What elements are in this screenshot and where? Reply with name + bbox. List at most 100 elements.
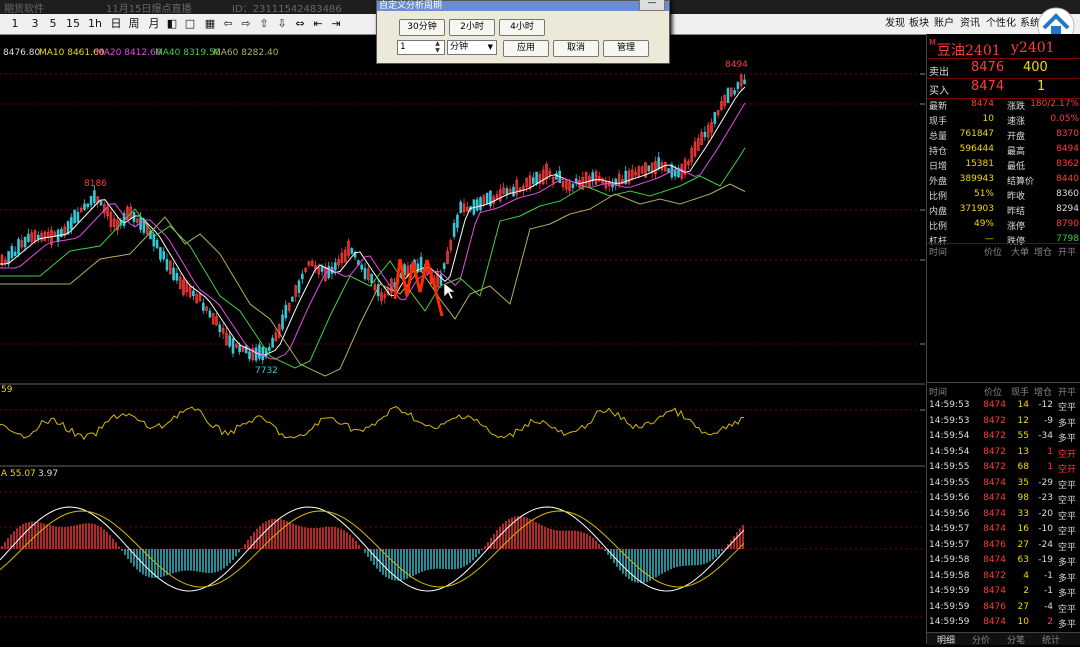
tick-volume: 27 bbox=[1017, 539, 1029, 550]
tick-row[interactable]: 14:59:56 8474 33 -20 空平 bbox=[927, 508, 1080, 523]
tick-openclose: 空开 bbox=[1058, 465, 1077, 475]
period-5min[interactable]: 5 bbox=[46, 17, 60, 31]
apply-button[interactable]: 应用 bbox=[503, 40, 549, 57]
zoom-out-icon[interactable]: ⇩ bbox=[276, 17, 288, 31]
candle-body bbox=[218, 324, 222, 333]
quote-value: 8294 bbox=[1056, 204, 1079, 214]
col-openclose: 开平 bbox=[1058, 388, 1077, 398]
period-day[interactable]: 日 bbox=[108, 17, 124, 31]
period-unit-select[interactable]: 分钟 ▼ bbox=[447, 40, 497, 55]
tick-volume: 16 bbox=[1017, 524, 1029, 534]
menu-discover[interactable]: 发现 bbox=[885, 17, 905, 31]
count-spinner[interactable]: ▲ ▼ bbox=[433, 40, 442, 55]
tab-ticks[interactable]: 分笔 bbox=[1007, 633, 1025, 646]
tick-row[interactable]: 14:59:53 8474 14 -12 空平 bbox=[927, 399, 1080, 414]
tick-oi-change: -19 bbox=[1038, 555, 1053, 565]
tick-row[interactable]: 14:59:58 8472 4 -1 多平 bbox=[927, 570, 1080, 585]
menu-account[interactable]: 账户 bbox=[934, 17, 954, 31]
quote-label: 涨停 bbox=[1007, 222, 1026, 232]
back-icon[interactable]: ⇦ bbox=[222, 17, 234, 31]
quote-value: 8474 bbox=[971, 99, 994, 109]
quote-value: 389943 bbox=[959, 174, 994, 184]
candle-body bbox=[165, 258, 169, 271]
quote-row: 内盘 371903 昨结 8294 bbox=[927, 203, 1080, 218]
tick-openclose: 空平 bbox=[1058, 496, 1077, 506]
period-15min[interactable]: 15 bbox=[64, 17, 82, 31]
tick-list[interactable]: 14:59:53 8474 14 -12 空平 14:59:53 8472 12 -9 多平 14:… bbox=[927, 399, 1080, 631]
period-month[interactable]: 月 bbox=[146, 17, 162, 31]
cancel-button[interactable]: 取消 bbox=[553, 40, 599, 57]
grid-icon[interactable]: ▦ bbox=[204, 17, 216, 31]
manage-button[interactable]: 管理 bbox=[603, 40, 649, 57]
annotation-low: 7732 bbox=[255, 366, 278, 376]
forward-icon[interactable]: ⇨ bbox=[240, 17, 252, 31]
tick-row[interactable]: 14:59:58 8474 63 -19 多平 bbox=[927, 554, 1080, 569]
tick-price: 8474 bbox=[983, 477, 1006, 488]
quote-stats: 最新 8474 涨跌 180/2.17% 现手 10 速涨 0.05% 总量 761847 开盘 83… bbox=[927, 98, 1080, 248]
quote-value: 8440 bbox=[1056, 174, 1079, 184]
quote-value: 8360 bbox=[1056, 189, 1079, 199]
tab-price-dist[interactable]: 分价 bbox=[972, 633, 990, 646]
period-3min[interactable]: 3 bbox=[28, 17, 42, 31]
tick-row[interactable]: 14:59:55 8474 35 -29 空平 bbox=[927, 477, 1080, 492]
candle-body bbox=[159, 247, 162, 260]
preset-4h-button[interactable]: 4小时 bbox=[499, 19, 545, 36]
tab-stats[interactable]: 统计 bbox=[1042, 633, 1060, 646]
menu-sector[interactable]: 板块 bbox=[909, 17, 929, 31]
candle-body bbox=[76, 211, 80, 223]
tick-row[interactable]: 14:59:59 8476 27 -4 空平 bbox=[927, 601, 1080, 616]
menu-news[interactable]: 资讯 bbox=[960, 17, 980, 31]
candle-body bbox=[726, 88, 730, 103]
tick-oi-change: -1 bbox=[1044, 586, 1053, 596]
candle-body bbox=[261, 346, 264, 361]
shift-right-icon[interactable]: ⇥ bbox=[330, 17, 342, 31]
period-count-value: 1 bbox=[400, 42, 406, 52]
tick-row[interactable]: 14:59:55 8472 68 1 空开 bbox=[927, 461, 1080, 476]
chevron-down-icon: ▼ bbox=[487, 43, 493, 51]
tick-oi-change: -23 bbox=[1038, 493, 1053, 503]
chart-area[interactable]: 8476.80 MA10 8461.60 MA20 8412.60 MA40 8… bbox=[0, 34, 925, 644]
tick-row[interactable]: 14:59:59 8474 10 2 多平 bbox=[927, 616, 1080, 631]
candle-body bbox=[439, 274, 443, 286]
custom-period-icon[interactable]: ◧ bbox=[166, 17, 178, 31]
draw-tool-icon[interactable]: ⇔ bbox=[294, 17, 306, 31]
period-1h[interactable]: 1h bbox=[86, 17, 104, 31]
preset-2h-button[interactable]: 2小时 bbox=[449, 19, 495, 36]
window-icon[interactable]: □ bbox=[184, 17, 196, 31]
buy-row[interactable]: 买入 8474 1 bbox=[927, 79, 1080, 97]
tab-detail[interactable]: 明细 bbox=[937, 633, 955, 646]
tick-row[interactable]: 14:59:59 8474 2 -1 多平 bbox=[927, 585, 1080, 600]
tick-price: 8472 bbox=[983, 431, 1006, 441]
tick-row[interactable]: 14:59:57 8474 16 -10 空平 bbox=[927, 523, 1080, 538]
col-time: 时间 bbox=[929, 248, 948, 258]
tick-time: 14:59:54 bbox=[929, 431, 970, 441]
legend-ma10: MA10 8461.60 bbox=[39, 48, 105, 58]
quote-value: 15381 bbox=[965, 159, 994, 169]
candlestick-chart[interactable] bbox=[0, 34, 925, 644]
sell-volume: 400 bbox=[1023, 60, 1048, 75]
period-1min[interactable]: 1 bbox=[8, 17, 22, 31]
quote-label: 比例 bbox=[929, 192, 948, 202]
shift-left-icon[interactable]: ⇤ bbox=[312, 17, 324, 31]
tick-openclose: 空平 bbox=[1058, 403, 1077, 413]
tick-row[interactable]: 14:59:57 8476 27 -24 空平 bbox=[927, 539, 1080, 554]
sell-row[interactable]: 卖出 8476 400 bbox=[927, 60, 1080, 78]
tick-row[interactable]: 14:59:54 8472 13 1 空开 bbox=[927, 446, 1080, 461]
divider bbox=[927, 382, 1080, 383]
tick-volume: 63 bbox=[1017, 555, 1029, 565]
tick-row[interactable]: 14:59:56 8474 98 -23 空平 bbox=[927, 492, 1080, 507]
tick-oi-change: 1 bbox=[1047, 446, 1053, 457]
annotation-high-left: 8186 bbox=[84, 179, 107, 189]
tick-openclose: 多平 bbox=[1058, 589, 1077, 599]
zoom-in-icon[interactable]: ⇧ bbox=[258, 17, 270, 31]
menu-personalize[interactable]: 个性化 bbox=[986, 17, 1016, 31]
divider bbox=[927, 58, 1080, 59]
tick-time: 14:59:53 bbox=[929, 400, 970, 410]
tick-volume: 27 bbox=[1017, 601, 1029, 612]
dialog-close-button[interactable]: — bbox=[639, 0, 665, 11]
tick-row[interactable]: 14:59:54 8472 55 -34 多平 bbox=[927, 430, 1080, 445]
preset-30min-button[interactable]: 30分钟 bbox=[399, 19, 445, 36]
period-week[interactable]: 周 bbox=[126, 17, 142, 31]
tick-row[interactable]: 14:59:53 8472 12 -9 多平 bbox=[927, 415, 1080, 430]
candle-body bbox=[327, 266, 330, 279]
